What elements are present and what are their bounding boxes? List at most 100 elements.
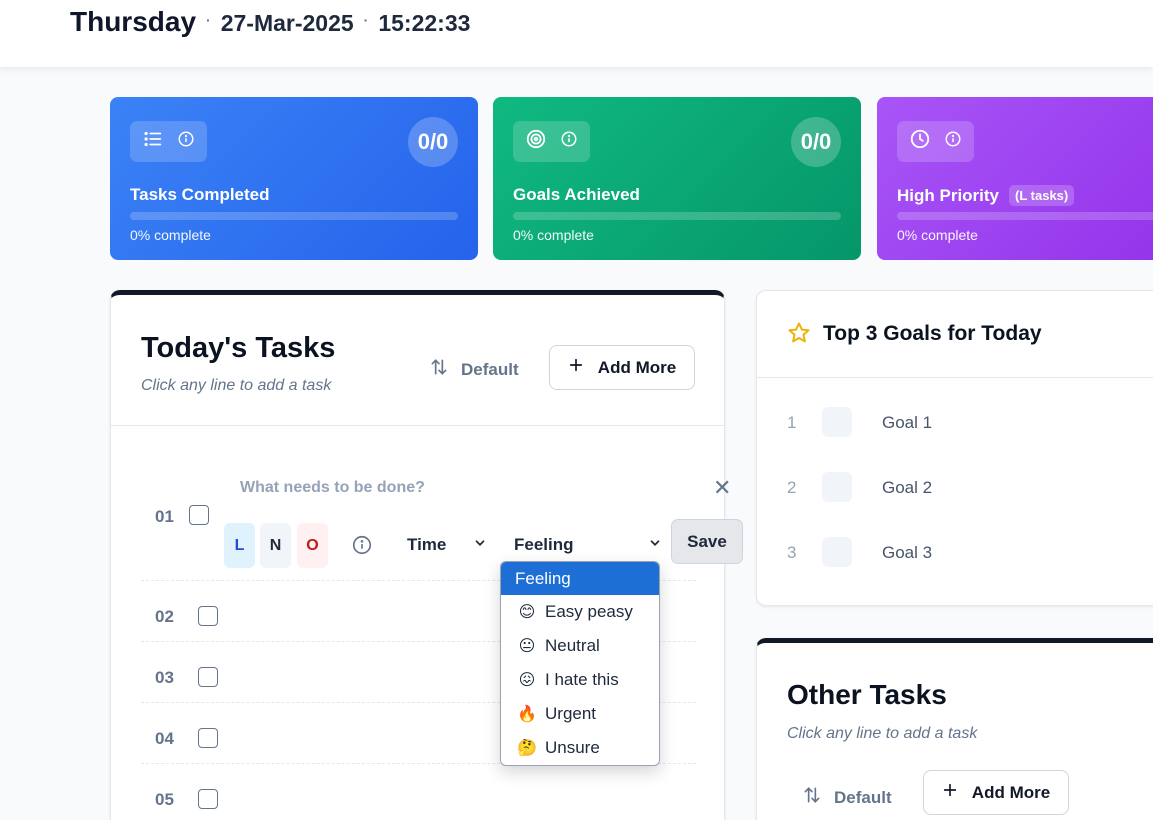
priority-o-button[interactable]: O (297, 523, 328, 568)
top-bar: Thursday · 27-Mar-2025 · 15:22:33 (0, 0, 1153, 67)
stat-label: Goals Achieved (513, 185, 640, 205)
goal-number: 3 (787, 543, 797, 562)
progress-bar (897, 212, 1153, 220)
card-title: Other Tasks (787, 679, 947, 710)
date-label: 27-Mar-2025 (220, 10, 354, 36)
datetime-display: Thursday · 27-Mar-2025 · 15:22:33 (70, 6, 470, 38)
feeling-dropdown: Feeling 😊 Easy peasy 😐 Neutral 😖 I hate … (500, 561, 660, 766)
sort-button[interactable]: Default (802, 785, 892, 810)
time-select[interactable]: Time (407, 535, 487, 555)
stat-count: 0/0 (408, 117, 458, 167)
row-number: 04 (155, 729, 174, 748)
dropdown-option[interactable]: 😐 Neutral (501, 629, 659, 663)
goal-number: 2 (787, 478, 797, 497)
stat-label-text: Goals Achieved (513, 185, 640, 204)
time-select-label: Time (407, 535, 447, 554)
info-icon[interactable] (351, 534, 373, 561)
goal-label[interactable]: Goal 1 (882, 413, 932, 433)
save-button[interactable]: Save (671, 519, 743, 564)
info-icon[interactable] (560, 130, 578, 153)
priority-l-button[interactable]: L (224, 523, 255, 568)
goal-label[interactable]: Goal 2 (882, 478, 932, 498)
task-checkbox[interactable] (198, 728, 218, 748)
sort-button[interactable]: Default (429, 357, 519, 382)
goal-number: 1 (787, 413, 797, 432)
stat-icons (897, 121, 974, 162)
progress-bar (130, 212, 458, 220)
goal-label[interactable]: Goal 3 (882, 543, 932, 563)
sort-label: Default (834, 787, 892, 807)
dropdown-option[interactable]: Feeling (501, 562, 659, 595)
separator: · (206, 12, 211, 28)
card-title: Today's Tasks (141, 332, 336, 364)
goal-checkbox[interactable] (822, 472, 852, 502)
plus-icon (942, 782, 958, 803)
stat-label-text: Tasks Completed (130, 185, 270, 204)
task-checkbox[interactable] (198, 606, 218, 626)
thinking-face-icon: 🤔 (517, 740, 537, 757)
divider (757, 377, 1153, 378)
fire-icon: 🔥 (517, 706, 537, 723)
star-icon (787, 321, 811, 350)
stat-count: 0/0 (791, 117, 841, 167)
card-title: Top 3 Goals for Today (823, 322, 1042, 345)
task-checkbox[interactable] (198, 667, 218, 687)
add-more-button[interactable]: Add More (549, 345, 695, 390)
option-label: Urgent (545, 704, 597, 723)
neutral-face-icon: 😐 (518, 638, 536, 655)
dropdown-option[interactable]: 😊 Easy peasy (501, 595, 659, 629)
dropdown-option[interactable]: 🔥 Urgent (501, 697, 659, 731)
add-more-button[interactable]: Add More (923, 770, 1069, 815)
row-number: 03 (155, 668, 174, 687)
option-label: Neutral (545, 636, 600, 655)
goal-checkbox[interactable] (822, 407, 852, 437)
stat-icons (130, 121, 207, 162)
stat-label: Tasks Completed (130, 185, 270, 205)
info-icon[interactable] (177, 130, 195, 153)
sort-label: Default (461, 359, 519, 379)
row-number: 01 (155, 507, 174, 526)
add-more-label: Add More (971, 782, 1051, 802)
task-input[interactable]: What needs to be done? (240, 479, 425, 497)
day-label: Thursday (70, 6, 197, 37)
row-number: 02 (155, 607, 174, 626)
info-icon[interactable] (944, 130, 962, 153)
stat-card-tasks: 0/0 Tasks Completed 0% complete (110, 97, 478, 260)
option-label: I hate this (545, 670, 619, 689)
dropdown-option[interactable]: 🤔 Unsure (501, 731, 659, 765)
priority-n-button[interactable]: N (260, 523, 291, 568)
chevron-down-icon (648, 535, 662, 555)
clock-icon (909, 128, 931, 155)
dropdown-option[interactable]: 😖 I hate this (501, 663, 659, 697)
row-number: 05 (155, 790, 174, 809)
sort-icon (429, 357, 449, 382)
option-label: Unsure (545, 738, 600, 757)
stat-tag: (L tasks) (1009, 185, 1075, 206)
close-icon[interactable]: ✕ (713, 475, 731, 501)
sort-icon (802, 785, 822, 810)
target-icon (525, 128, 547, 155)
plus-icon (568, 357, 584, 378)
add-more-label: Add More (597, 357, 677, 377)
progress-label: 0% complete (897, 227, 978, 243)
progress-label: 0% complete (513, 227, 594, 243)
stat-icons (513, 121, 590, 162)
progress-label: 0% complete (130, 227, 211, 243)
stat-label-text: High Priority (897, 185, 1000, 205)
task-checkbox[interactable] (198, 789, 218, 809)
other-tasks-card: Other Tasks Click any line to add a task… (756, 638, 1153, 820)
option-label: Easy peasy (545, 602, 633, 621)
feeling-select[interactable]: Feeling (514, 535, 662, 555)
card-subtitle: Click any line to add a task (141, 377, 332, 394)
feeling-select-label: Feeling (514, 535, 574, 554)
stat-card-goals: 0/0 Goals Achieved 0% complete (493, 97, 861, 260)
task-checkbox[interactable] (189, 505, 209, 525)
stat-card-high-priority: High Priority (L tasks) 0% complete (877, 97, 1153, 260)
progress-bar (513, 212, 841, 220)
list-icon (142, 128, 164, 155)
time-label: 15:22:33 (378, 10, 471, 36)
stat-label: High Priority (L tasks) (897, 185, 1075, 206)
goal-checkbox[interactable] (822, 537, 852, 567)
top-goals-card: Top 3 Goals for Today 1 Goal 1 2 Goal 2 … (756, 290, 1153, 606)
divider (111, 425, 724, 426)
